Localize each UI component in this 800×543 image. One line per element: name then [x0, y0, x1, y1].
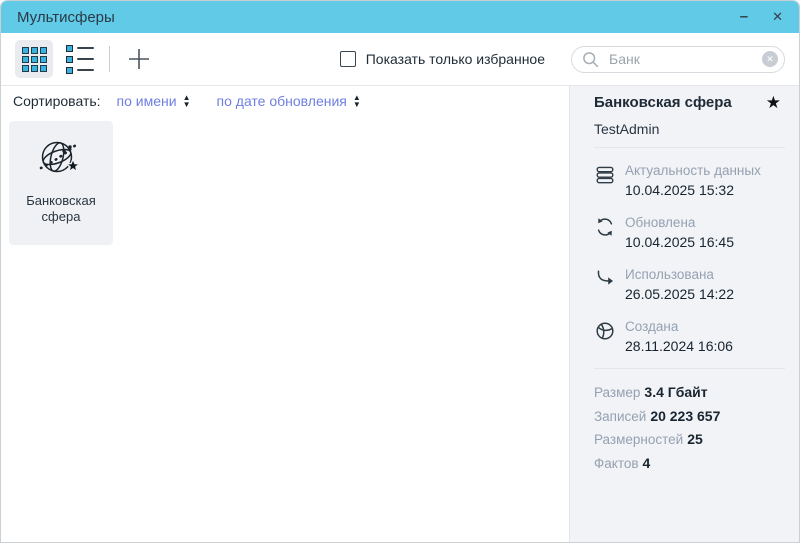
- sort-by-name[interactable]: по имени ▲▼: [117, 93, 191, 109]
- detail-row: Актуальность данных 10.04.2025 15:32: [594, 163, 785, 200]
- detail-label: Обновлена: [625, 215, 734, 231]
- plus-icon: [126, 46, 152, 72]
- toolbar-divider: [109, 46, 110, 72]
- stat-dimensions: Размерностей25: [594, 428, 785, 452]
- stat-records: Записей20 223 657: [594, 405, 785, 429]
- search-input[interactable]: [607, 50, 762, 68]
- search-icon: [582, 51, 599, 68]
- sort-by-name-label: по имени: [117, 93, 177, 109]
- usage-arrow-icon: [594, 268, 616, 290]
- favorite-star-icon: [66, 159, 79, 172]
- sort-arrows-icon: ▲▼: [353, 94, 361, 108]
- detail-value: 26.05.2025 14:22: [625, 285, 734, 304]
- panel-stats: Размер3.4 Гбайт Записей20 223 657 Размер…: [594, 381, 785, 475]
- sort-bar: Сортировать: по имени ▲▼ по дате обновле…: [1, 86, 569, 115]
- clear-search-icon[interactable]: ✕: [762, 51, 778, 67]
- favorites-checkbox-label: Показать только избранное: [366, 51, 545, 67]
- sort-by-update-date-label: по дате обновления: [217, 93, 347, 109]
- tile-title: Банковская сфера: [15, 193, 107, 225]
- favorites-checkbox[interactable]: [340, 51, 356, 67]
- stat-facts: Фактов4: [594, 452, 785, 476]
- globe-icon: [594, 320, 616, 342]
- titlebar[interactable]: Мультисферы – ✕: [1, 1, 799, 33]
- stat-size: Размер3.4 Гбайт: [594, 381, 785, 405]
- panel-owner: TestAdmin: [594, 120, 785, 138]
- list-view-icon: [66, 45, 94, 74]
- main-area: Сортировать: по имени ▲▼ по дате обновле…: [1, 85, 569, 542]
- details-panel: Банковская сфера ★ TestAdmin Актуальност…: [569, 85, 799, 542]
- panel-divider: [594, 147, 785, 148]
- detail-label: Создана: [625, 319, 733, 335]
- detail-value: 10.04.2025 15:32: [625, 181, 761, 200]
- refresh-icon: [594, 216, 616, 238]
- toolbar: Показать только избранное ✕: [1, 33, 799, 85]
- favorite-star-icon[interactable]: ★: [766, 94, 781, 112]
- panel-divider: [594, 368, 785, 369]
- close-button[interactable]: ✕: [772, 9, 783, 25]
- window-controls: – ✕: [740, 9, 783, 25]
- grid-view-button[interactable]: [15, 40, 53, 78]
- panel-header: Банковская сфера ★: [594, 94, 785, 112]
- detail-value: 10.04.2025 16:45: [625, 233, 734, 252]
- search-box[interactable]: ✕: [571, 46, 785, 73]
- detail-label: Актуальность данных: [625, 163, 761, 179]
- sort-label: Сортировать:: [13, 93, 101, 109]
- multisphere-globe-icon: [35, 133, 87, 181]
- app-window: Мультисферы – ✕ По: [0, 0, 800, 543]
- favorites-filter[interactable]: Показать только избранное: [340, 51, 545, 67]
- detail-row: Обновлена 10.04.2025 16:45: [594, 215, 785, 252]
- detail-row: Использована 26.05.2025 14:22: [594, 267, 785, 304]
- minimize-button[interactable]: –: [740, 12, 748, 22]
- detail-value: 28.11.2024 16:06: [625, 337, 733, 356]
- sort-by-update-date[interactable]: по дате обновления ▲▼: [217, 93, 361, 109]
- multisphere-tile[interactable]: Банковская сфера: [9, 121, 113, 245]
- detail-label: Использована: [625, 267, 734, 283]
- list-view-button[interactable]: [61, 40, 99, 78]
- grid-view-icon: [22, 47, 47, 72]
- window-title: Мультисферы: [17, 9, 115, 26]
- sort-arrows-icon: ▲▼: [183, 94, 191, 108]
- panel-title: Банковская сфера: [594, 94, 732, 112]
- detail-row: Создана 28.11.2024 16:06: [594, 319, 785, 356]
- add-multisphere-button[interactable]: [120, 40, 158, 78]
- database-icon: [594, 164, 616, 186]
